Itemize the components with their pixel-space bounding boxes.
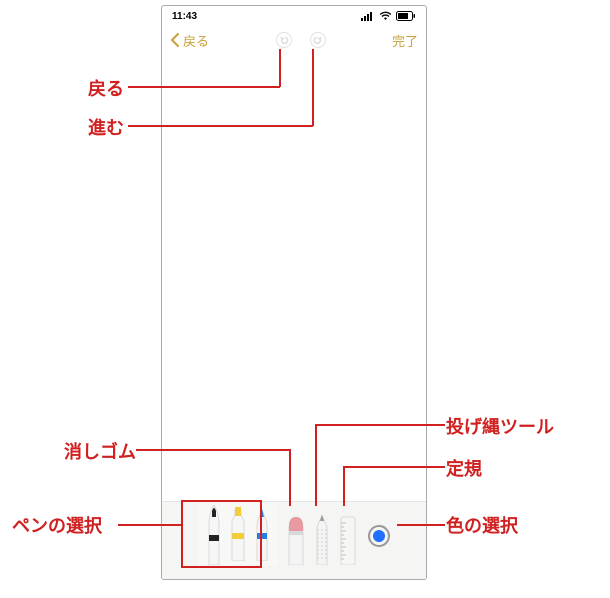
done-button[interactable]: 完了 <box>392 31 418 50</box>
annotation-line <box>118 524 181 526</box>
annotation-lasso-label: 投げ縄ツール <box>446 413 554 439</box>
pencil-tool-blue[interactable] <box>250 503 274 561</box>
marker-tool-yellow[interactable] <box>226 503 250 561</box>
color-picker[interactable] <box>368 525 390 547</box>
nav-center <box>276 32 326 48</box>
pen-tool-black[interactable] <box>202 503 226 565</box>
annotation-line <box>279 49 281 87</box>
pen-group <box>198 503 278 565</box>
annotation-line <box>312 49 314 126</box>
eraser-tool[interactable] <box>284 507 308 565</box>
lasso-tool[interactable] <box>310 507 334 565</box>
redo-button[interactable] <box>310 32 326 48</box>
annotation-color-label: 色の選択 <box>446 512 518 538</box>
phone-frame: 11:43 戻る <box>161 5 427 580</box>
annotation-eraser-label: 消しゴム <box>64 438 136 464</box>
battery-icon <box>396 11 416 21</box>
status-right <box>361 11 416 21</box>
status-time: 11:43 <box>172 11 197 22</box>
annotation-undo-label: 戻る <box>88 75 124 101</box>
annotation-line <box>315 424 445 426</box>
ruler-tool[interactable] <box>336 507 360 565</box>
annotation-line <box>343 466 345 506</box>
wifi-icon <box>379 11 392 21</box>
back-button[interactable]: 戻る <box>170 31 209 50</box>
annotation-pen-select-label: ペンの選択 <box>12 512 102 538</box>
signal-icon <box>361 11 375 21</box>
done-label: 完了 <box>392 31 418 50</box>
undo-button[interactable] <box>276 32 292 48</box>
annotation-line <box>289 449 291 506</box>
back-label: 戻る <box>183 31 209 50</box>
color-swatch <box>373 530 385 542</box>
annotation-line <box>128 86 280 88</box>
annotation-line <box>315 424 317 506</box>
annotation-line <box>128 125 313 127</box>
status-bar: 11:43 <box>162 6 426 26</box>
annotation-ruler-label: 定規 <box>446 455 482 481</box>
annotation-line <box>397 524 445 526</box>
markup-toolbar <box>162 501 426 579</box>
nav-bar: 戻る 完了 <box>162 26 426 54</box>
chevron-left-icon <box>170 33 179 47</box>
annotation-redo-label: 進む <box>88 114 124 140</box>
annotation-line <box>136 449 290 451</box>
annotation-line <box>343 466 445 468</box>
